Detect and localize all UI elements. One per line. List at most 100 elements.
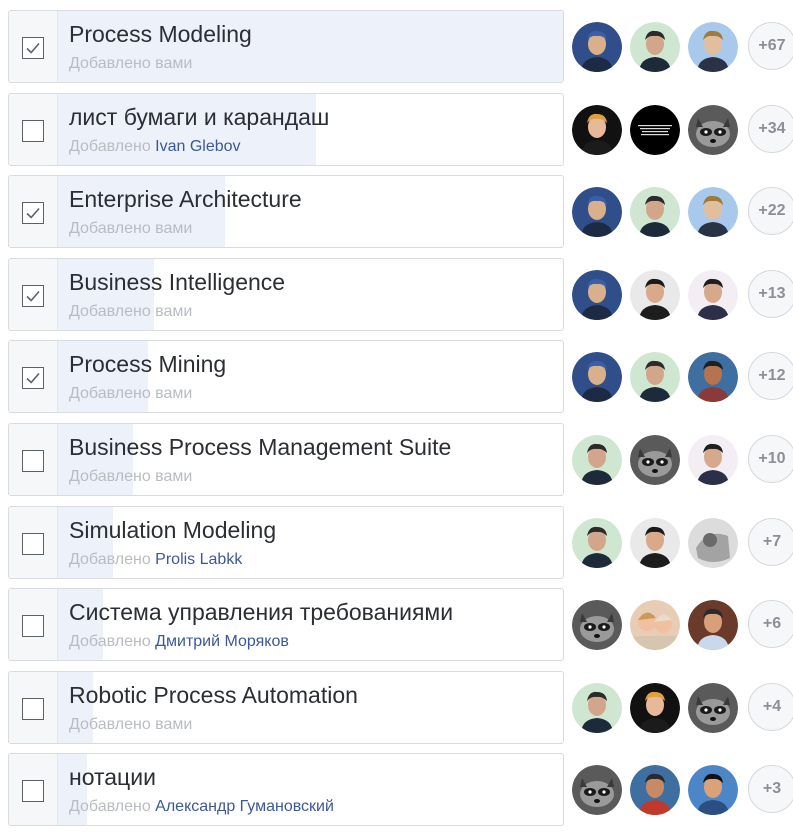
skill-item[interactable]: Система управления требованиями Добавлен… (8, 588, 564, 662)
man-dark-suit-avatar[interactable] (688, 434, 738, 485)
more-endorsers-button[interactable]: +7 (748, 517, 793, 566)
skill-checkbox[interactable] (22, 532, 44, 555)
man-suit-blue-bg-avatar[interactable] (572, 352, 622, 403)
checkbox-cell (9, 506, 58, 578)
skill-checkbox[interactable] (22, 615, 44, 638)
added-by-line: Добавлено вами (69, 55, 192, 73)
added-by-name: Ivan Glebov (155, 137, 241, 155)
man-beret-avatar[interactable] (630, 517, 680, 568)
added-prefix: Добавлено (69, 467, 151, 485)
man-suit-blue-bg-avatar[interactable] (572, 269, 622, 320)
raccoon-avatar[interactable] (630, 434, 680, 485)
skill-name: Process Modeling (69, 21, 252, 47)
man-green-bg-avatar[interactable] (630, 187, 680, 238)
skill-row: Simulation Modeling Добавлено Prolis Lab… (8, 505, 793, 581)
man-light-blue-bg-avatar[interactable] (688, 187, 738, 238)
man-dark-suit-avatar[interactable] (688, 269, 738, 320)
checkbox-cell (9, 11, 58, 82)
skill-checkbox[interactable] (22, 284, 44, 307)
skill-name: Robotic Process Automation (69, 681, 358, 708)
skill-checkbox[interactable] (22, 697, 44, 720)
skill-item[interactable]: Simulation Modeling Добавлено Prolis Lab… (8, 505, 564, 579)
added-by-name: Prolis Labkk (155, 550, 243, 568)
more-endorsers-button[interactable]: +3 (748, 765, 793, 814)
more-endorsers-button[interactable]: +34 (748, 104, 793, 153)
man-glasses-avatar[interactable] (630, 765, 680, 816)
man-green-bg-avatar[interactable] (630, 352, 680, 403)
skill-name: Simulation Modeling (69, 516, 277, 543)
skill-name: Enterprise Architecture (69, 186, 302, 213)
endorsers: +13 (572, 269, 793, 322)
endorsers: +4 (572, 682, 793, 735)
black-text-avatar[interactable] (630, 104, 680, 155)
added-by-line: Добавлено вами (69, 385, 192, 403)
skill-checkbox[interactable] (22, 449, 44, 472)
skill-name: лист бумаги и карандаш (69, 103, 330, 130)
skill-item[interactable]: Robotic Process Automation Добавлено вам… (8, 670, 564, 744)
grey-sketch-avatar[interactable] (688, 517, 738, 568)
man-suit-blue-bg-avatar[interactable] (572, 187, 622, 238)
endorsers: +6 (572, 600, 793, 652)
man-green-bg-avatar[interactable] (572, 682, 622, 733)
added-prefix: Добавлено (69, 633, 151, 651)
woman-orange-hair-avatar[interactable] (630, 682, 680, 733)
skill-name: Business Intelligence (69, 268, 286, 295)
man-outdoor-avatar[interactable] (688, 352, 738, 403)
more-endorsers-button[interactable]: +67 (748, 22, 793, 70)
check-icon (26, 290, 40, 302)
more-endorsers-button[interactable]: +22 (748, 187, 793, 236)
skill-name: Система управления требованиями (69, 599, 454, 626)
man-green-bg-avatar[interactable] (572, 517, 622, 568)
added-by-line: Добавлено Prolis Labkk (69, 551, 242, 569)
checkbox-cell (9, 341, 58, 413)
man-suit-blue-bg-avatar[interactable] (572, 22, 622, 72)
added-by-name: вами (155, 302, 193, 320)
checkbox-cell (9, 176, 58, 248)
checkbox-cell (9, 671, 58, 743)
endorsers: +34 (572, 104, 793, 157)
added-prefix: Добавлено (69, 220, 151, 238)
skill-item[interactable]: Business Intelligence Добавлено вами (8, 257, 564, 331)
man-red-shirt-avatar[interactable] (688, 600, 738, 651)
skill-item[interactable]: нотации Добавлено Александр Гумановский (8, 753, 564, 827)
skill-item[interactable]: Business Process Management Suite Добавл… (8, 422, 564, 496)
skill-row: Process Mining Добавлено вами +12 (8, 340, 793, 415)
skill-item[interactable]: Process Modeling Добавлено вами (8, 10, 564, 83)
man-light-blue-bg-avatar[interactable] (688, 22, 738, 72)
raccoon-avatar[interactable] (572, 765, 622, 816)
skill-checkbox[interactable] (22, 367, 44, 390)
endorsers: +22 (572, 187, 793, 239)
checkbox-cell (9, 423, 58, 495)
skill-checkbox[interactable] (22, 202, 44, 225)
skill-item[interactable]: лист бумаги и карандаш Добавлено Ivan Gl… (8, 92, 564, 166)
skill-row: Система управления требованиями Добавлен… (8, 588, 793, 663)
skill-checkbox[interactable] (22, 780, 44, 803)
skill-item[interactable]: Process Mining Добавлено вами (8, 340, 564, 414)
two-women-avatar[interactable] (630, 600, 680, 651)
skill-row: Process Modeling Добавлено вами +67 (8, 10, 793, 85)
skill-row: нотации Добавлено Александр Гумановский … (8, 753, 793, 828)
checkbox-cell (9, 93, 58, 165)
check-icon (26, 42, 40, 54)
added-prefix: Добавлено (69, 55, 151, 72)
more-endorsers-button[interactable]: +6 (748, 600, 793, 649)
raccoon-avatar[interactable] (572, 600, 622, 651)
more-endorsers-button[interactable]: +10 (748, 434, 793, 483)
more-endorsers-button[interactable]: +4 (748, 682, 793, 731)
more-endorsers-button[interactable]: +12 (748, 352, 793, 401)
check-icon (26, 373, 40, 385)
raccoon-avatar[interactable] (688, 682, 738, 733)
added-prefix: Добавлено (69, 302, 151, 320)
skill-item[interactable]: Enterprise Architecture Добавлено вами (8, 175, 564, 249)
man-sunglasses-blue-avatar[interactable] (688, 765, 738, 816)
woman-orange-hair-avatar[interactable] (572, 104, 622, 155)
man-green-bg-avatar[interactable] (630, 22, 680, 72)
man-beret-avatar[interactable] (630, 269, 680, 320)
raccoon-avatar[interactable] (688, 104, 738, 155)
more-endorsers-button[interactable]: +13 (748, 269, 793, 318)
man-green-bg-avatar[interactable] (572, 434, 622, 485)
added-prefix: Добавлено (69, 385, 151, 403)
added-prefix: Добавлено (69, 137, 151, 155)
skill-checkbox[interactable] (22, 119, 44, 142)
skill-checkbox[interactable] (22, 37, 44, 59)
